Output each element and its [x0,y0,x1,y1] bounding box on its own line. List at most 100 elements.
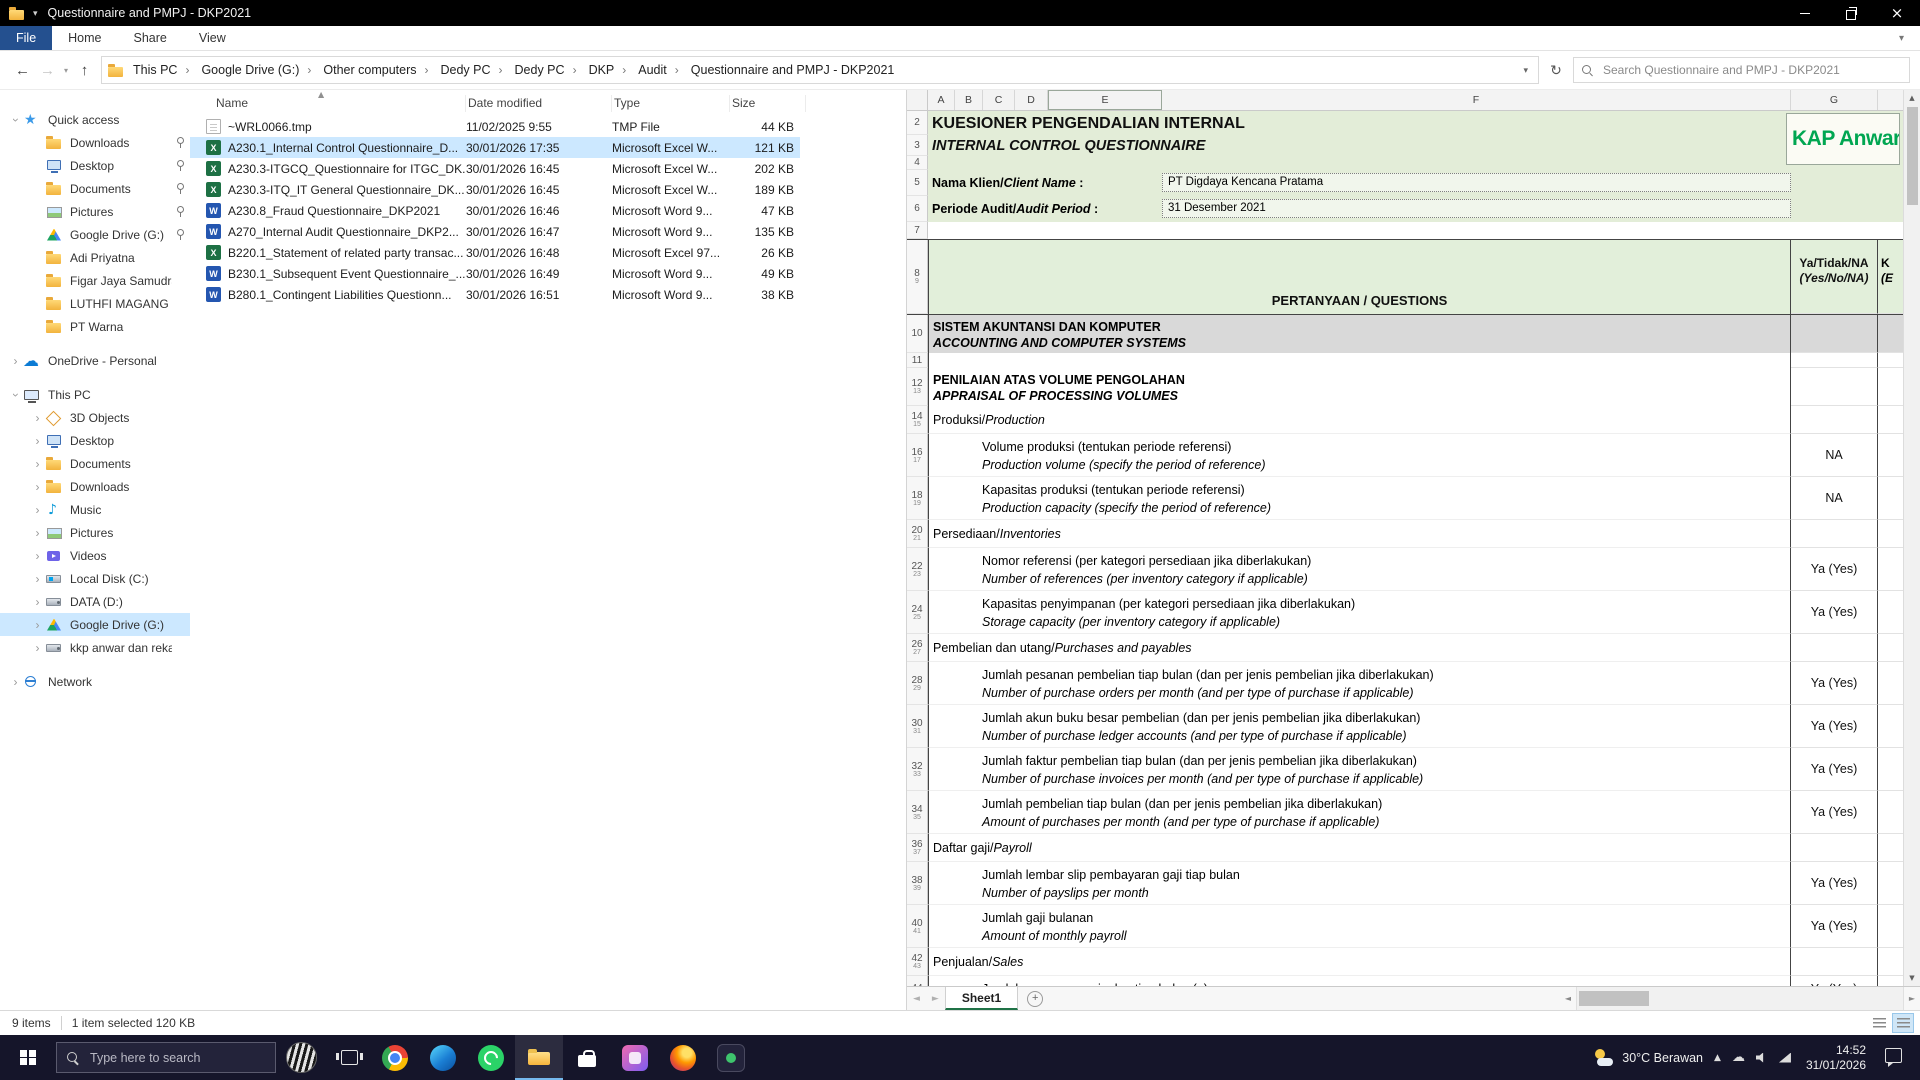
sidebar-item[interactable]: Desktop [0,154,190,177]
row-number[interactable]: 26 27 [907,634,928,662]
chevron-icon[interactable] [30,573,45,585]
chevron-icon[interactable] [30,481,45,493]
question-cell[interactable]: Jumlah akun buku besar pembelian (dan pe… [928,705,1791,748]
sidebar-item[interactable]: Adi Priyatna [0,246,190,269]
row-number[interactable]: 28 29 [907,662,928,705]
column-letter[interactable]: C [983,90,1015,110]
quick-access-toolbar-chevron-icon[interactable]: ▾ [33,8,38,19]
chevron-icon[interactable] [8,355,23,367]
chevron-icon[interactable] [30,527,45,539]
sidebar-item[interactable]: 3D Objects [0,406,190,429]
next-sheet-icon[interactable]: ► [926,994,945,1004]
column-header[interactable]: Type [612,95,730,112]
scroll-left-icon[interactable]: ◄ [1560,994,1576,1003]
question-cell[interactable]: Daftar gaji/Payroll [928,834,1791,862]
sidebar-item[interactable]: Network [0,670,190,693]
column-letter[interactable]: F [1162,90,1791,110]
file-row[interactable]: A230.1_Internal Control Questionnaire_D.… [190,137,800,158]
media-app-icon[interactable] [707,1035,755,1080]
chevron-icon[interactable] [8,676,23,688]
row-number[interactable]: 12 13 [907,368,928,406]
sidebar-item[interactable]: Pictures [0,200,190,223]
file-row[interactable]: B280.1_Contingent Liabilities Questionn.… [190,284,800,305]
weather-widget[interactable]: 30°C Berawan [1593,1049,1703,1067]
row-number[interactable]: 7 [907,222,928,239]
row-number[interactable]: 44 [907,976,928,986]
previous-sheet-icon[interactable]: ◄ [907,994,926,1004]
start-button[interactable] [0,1035,56,1080]
photos-icon[interactable] [611,1035,659,1080]
breadcrumb-item[interactable]: Questionnaire and PMPJ - DKP2021 [689,63,897,77]
answer-cell[interactable] [1791,315,1878,353]
row-number[interactable]: 30 31 [907,705,928,748]
breadcrumb-item[interactable]: Dedy PC [439,63,513,77]
notification-center-icon[interactable] [1885,1048,1902,1063]
chevron-icon[interactable] [30,412,45,424]
field-value-cell[interactable]: 31 Desember 2021 [1162,199,1791,218]
question-cell[interactable]: Kapasitas produksi (tentukan periode ref… [928,477,1791,520]
question-cell[interactable]: Persediaan/Inventories [928,520,1791,548]
answer-cell[interactable] [1791,520,1878,548]
whatsapp-icon[interactable] [467,1035,515,1080]
row-number[interactable]: 16 17 [907,434,928,477]
answer-cell[interactable] [1791,353,1878,368]
chrome-icon[interactable] [371,1035,419,1080]
row-number[interactable]: 10 [907,315,928,353]
row-number[interactable]: 5 [907,170,928,196]
answer-cell[interactable] [1791,634,1878,662]
chevron-icon[interactable] [8,389,23,401]
close-button[interactable]: × [1874,0,1920,26]
column-letter[interactable]: G [1791,90,1878,110]
question-cell[interactable]: Jumlah pesanan pembelian tiap bulan (dan… [928,662,1791,705]
question-cell[interactable]: Volume produksi (tentukan periode refere… [928,434,1791,477]
zebra-picture-thumbnail[interactable] [286,1042,317,1073]
select-all-corner[interactable] [907,90,928,110]
answer-cell[interactable] [1791,222,1878,239]
sidebar-item[interactable]: Desktop [0,429,190,452]
answer-cell[interactable]: Ya (Yes) [1791,662,1878,705]
breadcrumb-item[interactable]: Dedy PC [513,63,587,77]
chevron-icon[interactable] [30,435,45,447]
up-button[interactable]: ↑ [72,57,97,83]
file-row[interactable]: A270_Internal Audit Questionnaire_DKP2..… [190,221,800,242]
sidebar-item[interactable]: Music [0,498,190,521]
address-dropdown-icon[interactable]: ▾ [1519,65,1532,76]
hscrollbar-thumb[interactable] [1579,991,1649,1006]
question-cell[interactable]: KUESIONER PENGENDALIAN INTERNAL [928,111,1791,135]
sidebar-item[interactable]: Quick access [0,108,190,131]
question-cell[interactable] [928,222,1791,239]
sidebar-item[interactable]: kkp anwar dan rekan (\\1 [0,636,190,659]
row-number[interactable]: 34 35 [907,791,928,834]
answer-cell[interactable]: Ya (Yes) [1791,705,1878,748]
question-cell[interactable]: Nama Klien/Client Name : PT Digdaya Kenc… [928,170,1791,196]
scroll-up-icon[interactable]: ▲ [1904,90,1920,106]
ribbon-expand-icon[interactable]: ▾ [1899,33,1904,44]
answer-cell[interactable]: Ya (Yes) [1791,591,1878,634]
question-cell[interactable]: Nomor referensi (per kategori persediaan… [928,548,1791,591]
taskbar-clock[interactable]: 14:52 31/01/2026 [1806,1043,1866,1073]
question-cell[interactable]: Jumlah pesanan penjualan tiap bulan (a) … [928,976,1791,986]
chevron-icon[interactable] [30,619,45,631]
sidebar-item[interactable]: Local Disk (C:) [0,567,190,590]
volume-icon[interactable] [1756,1053,1768,1063]
taskbar-search[interactable] [56,1042,276,1073]
row-number[interactable]: 8 9 [907,240,928,314]
onedrive-tray-icon[interactable]: ☁ [1732,1050,1745,1065]
question-cell[interactable]: Periode Audit/Audit Period : 31 Desember… [928,196,1791,222]
file-row[interactable]: B230.1_Subsequent Event Questionnaire_..… [190,263,800,284]
edge-icon[interactable] [419,1035,467,1080]
sidebar-item[interactable]: Documents [0,452,190,475]
answer-cell[interactable] [1791,170,1878,196]
answer-cell[interactable]: Ya (Yes) [1791,862,1878,905]
sidebar-item[interactable]: Pictures [0,521,190,544]
ribbon-tab[interactable]: Share [118,26,183,50]
sidebar-item[interactable]: OneDrive - Personal [0,349,190,372]
question-cell[interactable]: Jumlah gaji bulanan Amount of monthly pa… [928,905,1791,948]
breadcrumb-item[interactable]: DKP [587,63,637,77]
answer-cell[interactable] [1791,406,1878,434]
answer-cell[interactable] [1791,834,1878,862]
sheet-tab[interactable]: Sheet1 [945,987,1018,1010]
sidebar-item[interactable]: This PC [0,383,190,406]
breadcrumb-item[interactable]: Other computers [321,63,438,77]
add-sheet-button[interactable] [1027,991,1043,1007]
